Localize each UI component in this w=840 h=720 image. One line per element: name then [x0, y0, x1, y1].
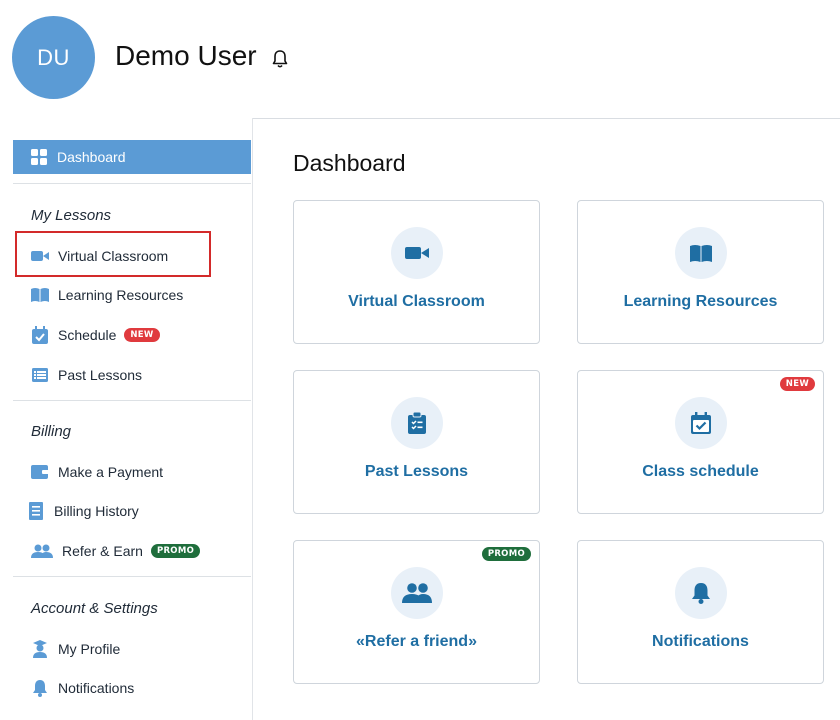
header: DU Demo User: [0, 0, 840, 118]
calendar-icon: [675, 397, 727, 449]
card-label: Notifications: [652, 633, 749, 650]
section-title-billing: Billing: [31, 423, 72, 440]
sidebar-item-make-a-payment[interactable]: Make a Payment: [30, 460, 163, 484]
users-icon: [30, 541, 54, 561]
sidebar-item-label: Dashboard: [57, 149, 126, 165]
card-label: Class schedule: [642, 463, 759, 480]
page-title: Dashboard: [293, 150, 406, 176]
card-label: «Refer a friend»: [356, 633, 477, 650]
sidebar-item-label: Schedule: [58, 327, 117, 343]
user-name: Demo User: [115, 40, 257, 71]
wallet-icon: [30, 462, 50, 482]
sidebar-item-label: Refer & Earn: [62, 543, 143, 559]
list-icon: [30, 365, 50, 385]
calendar-icon: [30, 325, 50, 345]
header-divider: [252, 118, 840, 119]
book-icon: [675, 227, 727, 279]
sidebar-item-past-lessons[interactable]: Past Lessons: [30, 363, 142, 387]
graduate-icon: [30, 639, 50, 659]
sidebar: Dashboard My Lessons Virtual Classroom L…: [0, 118, 253, 720]
receipt-icon: [26, 501, 46, 521]
promo-badge: PROMO: [150, 544, 201, 558]
sidebar-item-label: My Profile: [58, 641, 121, 657]
bell-icon: [30, 678, 50, 698]
sidebar-item-learning-resources[interactable]: Learning Resources: [30, 283, 183, 307]
new-badge: NEW: [779, 377, 815, 391]
section-title-account-settings: Account & Settings: [31, 600, 158, 617]
card-label: Virtual Classroom: [348, 293, 485, 310]
avatar[interactable]: DU: [12, 16, 95, 99]
sidebar-item-label: Learning Resources: [58, 287, 184, 303]
book-icon: [30, 285, 50, 305]
highlight-box: [15, 231, 211, 277]
divider: [13, 183, 251, 184]
sidebar-item-schedule[interactable]: Schedule NEW: [30, 323, 160, 347]
sidebar-item-label: Notifications: [58, 680, 135, 696]
new-badge: NEW: [124, 328, 160, 342]
card-notifications[interactable]: Notifications: [577, 540, 824, 684]
sidebar-item-label: Billing History: [54, 503, 139, 519]
dashboard-grid-icon: [31, 149, 47, 165]
users-icon: [391, 567, 443, 619]
sidebar-item-dashboard[interactable]: Dashboard: [13, 140, 251, 174]
sidebar-item-label: Past Lessons: [58, 367, 143, 383]
divider: [13, 400, 251, 401]
promo-badge: PROMO: [481, 547, 531, 561]
divider: [13, 576, 251, 577]
video-camera-icon: [391, 227, 443, 279]
card-past-lessons[interactable]: Past Lessons: [293, 370, 540, 514]
card-refer-a-friend[interactable]: PROMO «Refer a friend»: [293, 540, 540, 684]
clipboard-icon: [391, 397, 443, 449]
card-virtual-classroom[interactable]: Virtual Classroom: [293, 200, 540, 344]
section-title-my-lessons: My Lessons: [31, 207, 112, 224]
bell-icon[interactable]: [271, 48, 289, 70]
card-learning-resources[interactable]: Learning Resources: [577, 200, 824, 344]
card-label: Learning Resources: [623, 293, 778, 310]
card-class-schedule[interactable]: NEW Class schedule: [577, 370, 824, 514]
bell-icon: [675, 567, 727, 619]
sidebar-item-label: Make a Payment: [58, 464, 164, 480]
sidebar-item-notifications[interactable]: Notifications: [30, 676, 134, 700]
card-label: Past Lessons: [364, 463, 469, 480]
sidebar-item-refer-and-earn[interactable]: Refer & Earn PROMO: [30, 539, 201, 563]
sidebar-item-billing-history[interactable]: Billing History: [26, 499, 139, 523]
sidebar-item-my-profile[interactable]: My Profile: [30, 637, 120, 661]
